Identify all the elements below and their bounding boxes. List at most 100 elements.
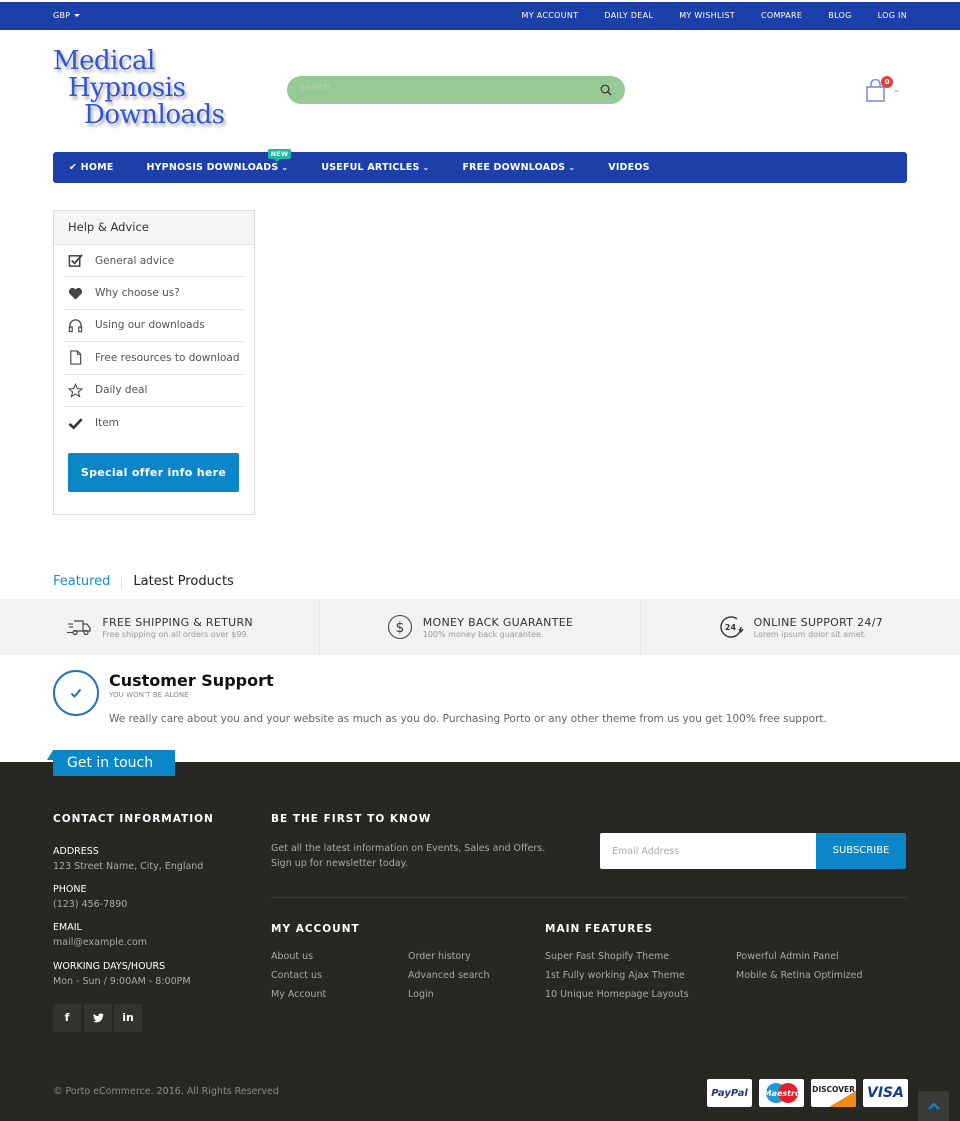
top-links: MY ACCOUNT DAILY DEAL MY WISHLIST COMPAR… xyxy=(522,11,907,20)
help-item-general-advice[interactable]: General advice xyxy=(63,245,245,278)
caret-down-icon xyxy=(74,14,81,17)
visa-icon: VISA xyxy=(863,1079,908,1107)
twitter-icon[interactable] xyxy=(84,1004,112,1032)
feature-title: FREE SHIPPING & RETURN xyxy=(102,615,253,629)
footer-link-contact-us[interactable]: Contact us xyxy=(271,970,322,981)
help-item-using-downloads[interactable]: Using our downloads xyxy=(63,310,245,343)
nav-hypnosis-downloads[interactable]: HYPNOSIS DOWNLOADS ⌄ NEW xyxy=(146,149,292,173)
footer-feature-link[interactable]: Powerful Admin Panel xyxy=(736,951,839,962)
support-check-icon xyxy=(53,670,99,716)
top-link-compare[interactable]: COMPARE xyxy=(761,11,802,20)
help-item-daily-deal[interactable]: Daily deal xyxy=(63,375,245,407)
feature-subtitle: 100% money back guarantee. xyxy=(422,629,544,639)
nav-free-downloads[interactable]: FREE DOWNLOADS ⌄ xyxy=(462,162,575,173)
svg-text:Maestro: Maestro xyxy=(763,1089,800,1098)
truck-icon xyxy=(67,620,91,636)
file-icon xyxy=(70,350,82,365)
hours-value: Mon - Sun / 9:00AM - 8:00PM xyxy=(53,976,191,987)
newsletter-heading: BE THE FIRST TO KNOW xyxy=(271,813,432,825)
check-square-icon xyxy=(68,254,83,268)
phone-value: (123) 456-7890 xyxy=(53,899,128,910)
nav-videos[interactable]: VIDEOS xyxy=(608,162,649,173)
footer-link-login[interactable]: Login xyxy=(408,989,434,1000)
dollar-icon: $ xyxy=(387,614,412,640)
widget-title: Help & Advice xyxy=(54,211,254,245)
email-label: EMAIL xyxy=(53,922,82,933)
logo-line-2: Hypnosis xyxy=(68,73,186,103)
nav-videos-label: VIDEOS xyxy=(608,162,650,173)
tab-latest-products[interactable]: Latest Products xyxy=(133,574,233,589)
help-item-free-resources[interactable]: Free resources to download xyxy=(63,342,245,375)
chevron-down-icon: ⌄ xyxy=(422,163,430,172)
chevron-down-icon: ⌄ xyxy=(281,163,289,172)
discover-label: DISCOVER xyxy=(812,1085,855,1094)
logo-line-1: Medical xyxy=(53,46,155,76)
paypal-icon: PayPal xyxy=(707,1079,752,1107)
product-tabs: Featured Latest Products xyxy=(53,574,234,589)
get-in-touch-button[interactable]: Get in touch xyxy=(47,750,175,776)
chevron-down-icon: ⌄ xyxy=(568,163,576,172)
scroll-to-top-button[interactable] xyxy=(918,1091,949,1121)
tab-divider xyxy=(121,574,123,589)
tab-featured[interactable]: Featured xyxy=(53,574,110,589)
check-icon xyxy=(68,418,83,430)
subscribe-button[interactable]: SUBSCRIBE xyxy=(816,833,906,869)
feature-title: ONLINE SUPPORT 24/7 xyxy=(753,615,883,629)
footer-feature-link[interactable]: Super Fast Shopify Theme xyxy=(545,951,669,962)
check-icon: ✔ xyxy=(69,162,81,173)
top-link-daily-deal[interactable]: DAILY DEAL xyxy=(604,11,653,20)
top-bar: GBP MY ACCOUNT DAILY DEAL MY WISHLIST CO… xyxy=(0,2,960,30)
features-strip: FREE SHIPPING & RETURN Free shipping on a… xyxy=(0,599,960,655)
help-item-label: Item xyxy=(95,417,119,430)
nav-useful-articles[interactable]: USEFUL ARTICLES ⌄ xyxy=(321,162,429,173)
footer-link-about-us[interactable]: About us xyxy=(271,951,313,962)
main-features-heading: MAIN FEATURES xyxy=(545,923,654,935)
maestro-icon: Maestro xyxy=(759,1079,804,1107)
facebook-icon[interactable]: f xyxy=(53,1004,81,1032)
nav-home-label: HOME xyxy=(80,162,114,173)
site-logo[interactable]: Medical Hypnosis Downloads xyxy=(53,46,225,129)
headphones-icon xyxy=(68,319,83,333)
top-link-log-in[interactable]: LOG IN xyxy=(878,11,907,20)
help-item-why-choose-us[interactable]: Why choose us? xyxy=(63,277,245,310)
footer-feature-link[interactable]: 1st Fully working Ajax Theme xyxy=(545,970,685,981)
currency-selector[interactable]: GBP xyxy=(53,11,81,20)
footer-feature-link[interactable]: 10 Unique Homepage Layouts xyxy=(545,989,689,1000)
newsletter-text: Get all the latest information on Events… xyxy=(271,842,545,871)
footer-link-my-account[interactable]: My Account xyxy=(271,989,326,1000)
discover-icon: DISCOVER xyxy=(811,1079,856,1107)
svg-text:$: $ xyxy=(395,620,404,636)
top-link-my-wishlist[interactable]: MY WISHLIST xyxy=(679,11,735,20)
footer-link-order-history[interactable]: Order history xyxy=(408,951,471,962)
support-subtitle: YOU WON'T BE ALONE xyxy=(109,691,189,699)
newsletter-text-line-1: Get all the latest information on Events… xyxy=(271,843,546,854)
newsletter-email-input[interactable] xyxy=(600,833,817,869)
support-text: We really care about you and your websit… xyxy=(109,713,827,725)
feature-money-back: $ MONEY BACK GUARANTEE 100% money back gu… xyxy=(320,599,641,655)
currency-label: GBP xyxy=(53,11,71,20)
help-item-item[interactable]: Item xyxy=(63,407,245,439)
help-advice-widget: Help & Advice General advice Why choose … xyxy=(53,210,255,515)
nav-home[interactable]: ✔ HOME xyxy=(69,162,113,173)
footer-feature-link[interactable]: Mobile & Retina Optimized xyxy=(736,970,862,981)
nav-free-downloads-label: FREE DOWNLOADS xyxy=(462,162,566,173)
copyright: © Porto eCommerce. 2016. All Rights Rese… xyxy=(53,1086,279,1097)
feature-online-support: 24 ONLINE SUPPORT 24/7 Lorem ipsum dolor … xyxy=(641,599,960,655)
search-icon[interactable] xyxy=(600,84,612,96)
top-link-my-account[interactable]: MY ACCOUNT xyxy=(522,11,579,20)
special-offer-button[interactable]: Special offer info here xyxy=(68,453,239,492)
footer-divider xyxy=(271,897,907,898)
cart-count-badge: 0 xyxy=(881,76,893,88)
footer-link-advanced-search[interactable]: Advanced search xyxy=(408,970,490,981)
nav-hypnosis-downloads-label: HYPNOSIS DOWNLOADS xyxy=(146,162,279,173)
search-input[interactable] xyxy=(299,83,579,93)
main-nav: ✔ HOME HYPNOSIS DOWNLOADS ⌄ NEW USEFUL ART… xyxy=(53,149,907,183)
my-account-heading: MY ACCOUNT xyxy=(271,923,360,935)
top-link-blog[interactable]: BLOG xyxy=(828,11,851,20)
email-link[interactable]: mail@example.com xyxy=(53,937,147,948)
chevron-down-icon: ⌄ xyxy=(893,85,900,94)
linkedin-icon[interactable]: in xyxy=(114,1004,142,1032)
support-24-icon: 24 xyxy=(719,616,744,638)
cart-button[interactable]: 0 ⌄ xyxy=(864,76,904,104)
help-item-label: Free resources to download xyxy=(95,351,240,364)
